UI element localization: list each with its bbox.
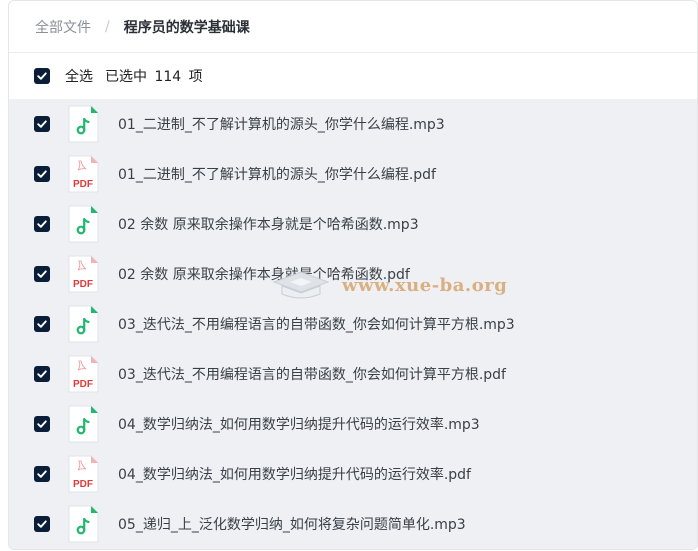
pdf-file-icon: PDF <box>68 255 99 293</box>
checkmark-icon <box>37 420 47 428</box>
selection-bar: 全选 已选中 114 项 <box>9 53 697 99</box>
file-browser-panel: 全部文件 / 程序员的数学基础课 全选 已选中 114 项 01_二进制_不了解… <box>8 0 698 550</box>
checkmark-icon <box>37 370 47 378</box>
file-row[interactable]: 04_数学归纳法_如何用数学归纳提升代码的运行效率.mp3 <box>9 399 697 449</box>
music-note-icon <box>68 405 99 443</box>
checkmark-icon <box>37 520 47 528</box>
file-checkbox[interactable] <box>34 416 50 432</box>
file-checkbox[interactable] <box>34 266 50 282</box>
file-checkbox[interactable] <box>34 466 50 482</box>
music-note-icon <box>68 305 99 343</box>
breadcrumb-current-folder: 程序员的数学基础课 <box>123 19 250 36</box>
breadcrumb-separator: / <box>105 18 110 35</box>
breadcrumb-root-link[interactable]: 全部文件 <box>35 17 91 37</box>
file-name: 01_二进制_不了解计算机的源头_你学什么编程.mp3 <box>118 117 445 133</box>
pdf-label-text: PDF <box>73 479 93 490</box>
file-checkbox[interactable] <box>34 316 50 332</box>
checkmark-icon <box>37 120 47 128</box>
file-checkbox[interactable] <box>34 116 50 132</box>
file-row[interactable]: PDF 04_数学归纳法_如何用数学归纳提升代码的运行效率.pdf <box>9 449 697 499</box>
file-checkbox[interactable] <box>34 516 50 532</box>
file-name: 03_迭代法_不用编程语言的自带函数_你会如何计算平方根.pdf <box>118 367 506 383</box>
file-row[interactable]: 05_递归_上_泛化数学归纳_如何将复杂问题简单化.mp3 <box>9 499 697 549</box>
select-all-label[interactable]: 全选 <box>65 66 93 86</box>
file-checkbox[interactable] <box>34 166 50 182</box>
pdf-file-icon: PDF <box>68 455 99 493</box>
pdf-label-text: PDF <box>73 279 93 290</box>
checkmark-icon <box>37 270 47 278</box>
checkmark-icon <box>37 170 47 178</box>
file-name: 05_递归_上_泛化数学归纳_如何将复杂问题简单化.mp3 <box>118 517 466 533</box>
file-name: 04_数学归纳法_如何用数学归纳提升代码的运行效率.pdf <box>118 467 471 483</box>
file-name: 02 余数 原来取余操作本身就是个哈希函数.mp3 <box>118 217 419 233</box>
checkmark-icon <box>37 470 47 478</box>
pdf-label-text: PDF <box>73 379 93 390</box>
pdf-file-icon: PDF <box>68 155 99 193</box>
file-list: 01_二进制_不了解计算机的源头_你学什么编程.mp3 PDF 01_二进制_不了解… <box>9 99 697 549</box>
music-note-icon <box>68 505 99 543</box>
file-name: 03_迭代法_不用编程语言的自带函数_你会如何计算平方根.mp3 <box>118 317 515 333</box>
file-checkbox[interactable] <box>34 366 50 382</box>
checkmark-icon <box>37 72 47 80</box>
file-name: 04_数学归纳法_如何用数学归纳提升代码的运行效率.mp3 <box>118 417 480 433</box>
file-name: 02 余数 原来取余操作本身就是个哈希函数.pdf <box>118 267 410 283</box>
file-row[interactable]: PDF 01_二进制_不了解计算机的源头_你学什么编程.pdf <box>9 149 697 199</box>
pdf-label-text: PDF <box>73 179 93 190</box>
select-all-checkbox[interactable] <box>34 68 50 84</box>
music-note-icon <box>68 105 99 143</box>
file-row[interactable]: PDF 02 余数 原来取余操作本身就是个哈希函数.pdf <box>9 249 697 299</box>
pdf-file-icon: PDF <box>68 355 99 393</box>
file-row[interactable]: 01_二进制_不了解计算机的源头_你学什么编程.mp3 <box>9 99 697 149</box>
breadcrumb: 全部文件 / 程序员的数学基础课 <box>9 1 697 53</box>
file-row[interactable]: PDF 03_迭代法_不用编程语言的自带函数_你会如何计算平方根.pdf <box>9 349 697 399</box>
file-checkbox[interactable] <box>34 216 50 232</box>
checkmark-icon <box>37 320 47 328</box>
checkmark-icon <box>37 220 47 228</box>
file-row[interactable]: 03_迭代法_不用编程语言的自带函数_你会如何计算平方根.mp3 <box>9 299 697 349</box>
file-row[interactable]: 02 余数 原来取余操作本身就是个哈希函数.mp3 <box>9 199 697 249</box>
music-note-icon <box>68 205 99 243</box>
selected-count-text: 已选中 114 项 <box>105 69 203 85</box>
file-name: 01_二进制_不了解计算机的源头_你学什么编程.pdf <box>118 167 436 183</box>
